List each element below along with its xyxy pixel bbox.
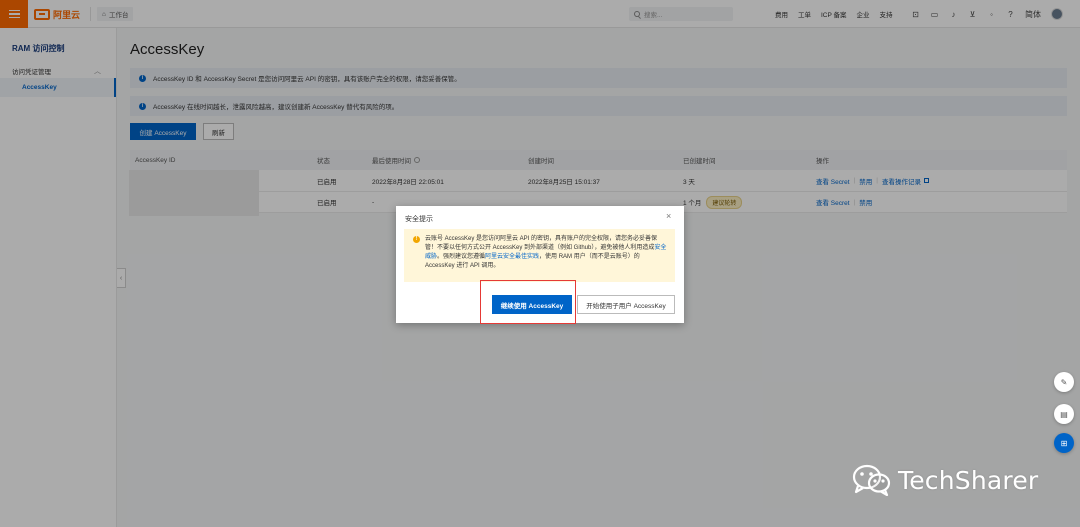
warning-text-1: 云账号 AccessKey 是您访问阿里云 API 的密钥，具有账户的完全权限，… — [425, 236, 658, 251]
highlight-box — [480, 280, 576, 324]
feedback-float-button[interactable]: ▤ — [1054, 404, 1074, 424]
edit-icon: ✎ — [1060, 377, 1068, 387]
warning-text-2: 。强烈建议您遵循 — [437, 254, 486, 260]
wechat-icon — [852, 464, 891, 496]
chat-icon: ▤ — [1060, 409, 1068, 419]
grid-icon: ⊞ — [1060, 438, 1068, 448]
dialog-title: 安全提示 — [405, 216, 433, 223]
edit-float-button[interactable]: ✎ — [1054, 372, 1074, 392]
watermark-text: TechSharer — [898, 465, 1039, 495]
best-practice-link[interactable]: 阿里云安全最佳实践 — [485, 254, 539, 260]
warning-message: ! 云账号 AccessKey 是您访问阿里云 API 的密钥，具有账户的完全权… — [404, 229, 675, 282]
close-icon[interactable]: × — [666, 211, 671, 221]
warning-icon: ! — [413, 236, 420, 243]
watermark: TechSharer — [852, 463, 1038, 497]
apps-float-button[interactable]: ⊞ — [1054, 433, 1074, 453]
use-subuser-accesskey-button[interactable]: 开始使用子用户 AccessKey — [577, 295, 675, 314]
